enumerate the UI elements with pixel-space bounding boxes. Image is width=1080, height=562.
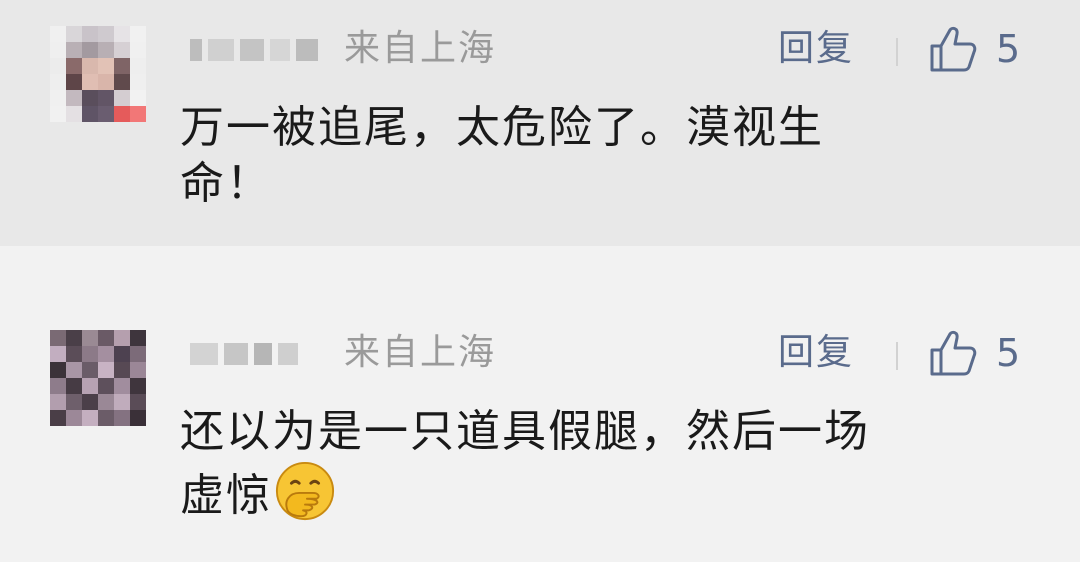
location-label: 来自上海	[344, 332, 497, 373]
reply-button[interactable]: 回复	[778, 27, 854, 71]
hand-over-mouth-emoji-icon	[275, 461, 335, 521]
comment-text-line: 命！	[180, 158, 272, 209]
avatar[interactable]	[50, 330, 146, 426]
comment-text: 还以为是一只道具假腿，然后一场 虚惊	[180, 404, 1000, 524]
location-label: 来自上海	[344, 28, 497, 69]
comment-text-line: 万一被追尾，太危险了。漠视生	[180, 102, 824, 153]
like-count: 5	[996, 331, 1021, 375]
nickname-blurred[interactable]	[190, 340, 320, 368]
comment-text-fragment: 虚惊	[180, 470, 272, 521]
like-count: 5	[996, 27, 1021, 71]
thumbs-up-icon	[930, 330, 977, 376]
nickname-blurred[interactable]	[190, 36, 320, 64]
avatar[interactable]	[50, 26, 146, 122]
comment-item: 来自上海 回复 5 万一被追尾，太危险了。漠视生 命！	[0, 0, 1080, 246]
like-button[interactable]: 5	[928, 328, 1020, 378]
divider	[896, 342, 898, 370]
like-button[interactable]: 5	[928, 24, 1020, 74]
divider	[896, 38, 898, 66]
comment-text: 万一被追尾，太危险了。漠视生 命！	[180, 100, 1000, 212]
comment-item: 来自上海 回复 5 还以为是一只道具假腿，然后一场 虚惊	[0, 246, 1080, 562]
thumbs-up-icon	[930, 26, 977, 72]
comment-text-line: 还以为是一只道具假腿，然后一场	[180, 406, 870, 457]
comment-text-line: 虚惊	[180, 460, 1000, 524]
reply-button[interactable]: 回复	[778, 331, 854, 375]
